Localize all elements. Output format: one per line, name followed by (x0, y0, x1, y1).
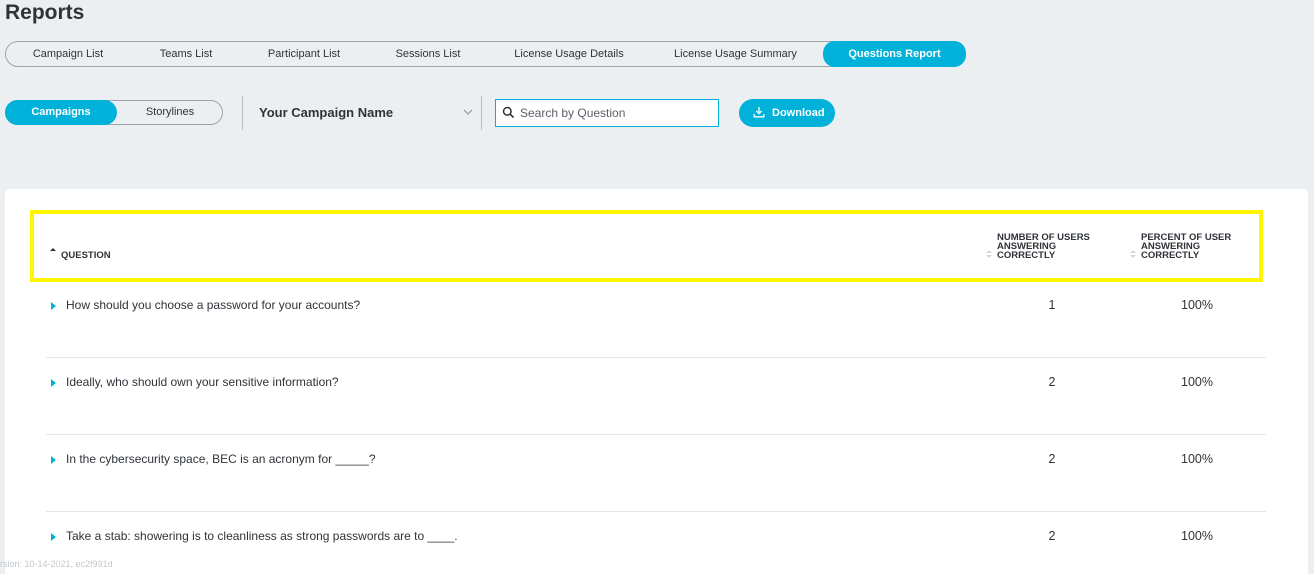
caret-right-icon[interactable] (51, 302, 57, 310)
percent-correct: 100% (1181, 298, 1213, 312)
reports-tab-bar: Campaign List Teams List Participant Lis… (5, 41, 966, 67)
chevron-down-icon (463, 109, 473, 115)
download-button[interactable]: Download (739, 99, 835, 127)
column-header-percent-correct[interactable]: PERCENT OF USER ANSWERING CORRECTLY (1141, 233, 1231, 261)
search-input[interactable] (520, 104, 710, 122)
version-text: rsion: 10-14-2021, ec2f991d (0, 559, 113, 569)
tab-questions-report[interactable]: Questions Report (823, 41, 966, 67)
percent-correct: 100% (1181, 452, 1213, 466)
question-text: Take a stab: showering is to cleanliness… (66, 529, 458, 543)
tab-teams-list[interactable]: Teams List (130, 42, 242, 66)
table-row[interactable]: Take a stab: showering is to cleanliness… (46, 512, 1266, 574)
users-correct-count: 1 (1048, 298, 1056, 312)
percent-correct: 100% (1181, 375, 1213, 389)
report-type-toggle: Campaigns Storylines (5, 100, 223, 125)
caret-right-icon[interactable] (51, 533, 57, 541)
toggle-storylines[interactable]: Storylines (118, 101, 222, 124)
column-header-line: CORRECTLY (997, 250, 1056, 261)
search-icon (502, 106, 515, 119)
percent-correct: 100% (1181, 529, 1213, 543)
caret-right-icon[interactable] (51, 379, 57, 387)
toolbar-divider (481, 96, 482, 130)
toggle-campaigns[interactable]: Campaigns (5, 100, 117, 125)
users-correct-count: 2 (1048, 375, 1056, 389)
toolbar-divider (242, 96, 243, 130)
table-row[interactable]: Ideally, who should own your sensitive i… (46, 358, 1266, 435)
download-label: Download (772, 107, 825, 119)
caret-right-icon[interactable] (51, 456, 57, 464)
tab-license-usage-details[interactable]: License Usage Details (490, 42, 648, 66)
sort-icon[interactable] (985, 249, 993, 259)
tab-license-usage-summary[interactable]: License Usage Summary (648, 42, 823, 66)
column-header-line: CORRECTLY (1141, 250, 1200, 261)
search-box (495, 99, 719, 127)
download-icon (753, 107, 765, 118)
users-correct-count: 2 (1048, 529, 1056, 543)
sort-icon[interactable] (49, 247, 57, 257)
campaign-select[interactable]: Your Campaign Name (259, 99, 477, 127)
campaign-select-value: Your Campaign Name (259, 105, 394, 120)
tab-campaign-list[interactable]: Campaign List (6, 42, 130, 66)
column-header-users-correct[interactable]: NUMBER OF USERS ANSWERING CORRECTLY (997, 233, 1090, 261)
tab-sessions-list[interactable]: Sessions List (366, 42, 490, 66)
table-row[interactable]: In the cybersecurity space, BEC is an ac… (46, 435, 1266, 512)
question-text: Ideally, who should own your sensitive i… (66, 375, 339, 389)
sort-icon[interactable] (1129, 249, 1137, 259)
table-row[interactable]: How should you choose a password for you… (46, 281, 1266, 358)
column-header-question[interactable]: QUESTION (61, 251, 111, 261)
question-text: In the cybersecurity space, BEC is an ac… (66, 452, 376, 466)
question-text: How should you choose a password for you… (66, 298, 361, 312)
page-title: Reports (5, 1, 85, 24)
tab-participant-list[interactable]: Participant List (242, 42, 366, 66)
users-correct-count: 2 (1048, 452, 1056, 466)
